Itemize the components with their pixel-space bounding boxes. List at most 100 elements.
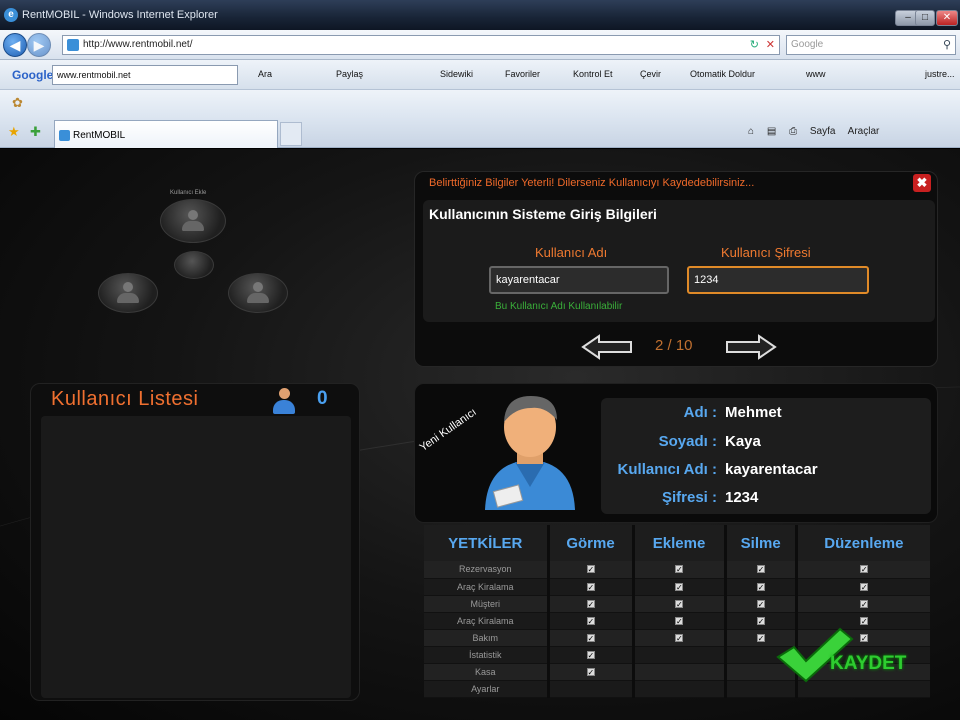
info-row-password: Şifresi : 1234 xyxy=(601,485,931,513)
user-circle-label: Kullanıcı Ekle xyxy=(170,190,207,196)
header-yetkiler: YETKİLER xyxy=(424,525,550,561)
permission-checkbox[interactable]: ✓ xyxy=(586,565,595,574)
back-button[interactable]: ◀ xyxy=(3,33,27,57)
prev-arrow-icon[interactable] xyxy=(581,334,633,360)
password-value: 1234 xyxy=(694,274,719,286)
refresh-icon[interactable]: ↻ xyxy=(750,38,759,51)
permission-row: Müşteri ✓ ✓ ✓ ✓ xyxy=(424,595,930,613)
permission-cell: ✓ xyxy=(548,561,635,579)
permission-checkbox[interactable]: ✓ xyxy=(586,599,595,608)
home-icon[interactable]: ⌂ xyxy=(748,126,754,137)
info-value: 1234 xyxy=(725,489,759,506)
google-search-input[interactable]: www.rentmobil.net xyxy=(52,65,238,85)
permission-checkbox[interactable]: ✓ xyxy=(586,582,595,591)
permission-checkbox[interactable]: ✓ xyxy=(859,582,868,591)
command-bar: ⌂ ▤ ⎙ Sayfa Araçlar xyxy=(748,126,889,137)
toolbar-otomatik-doldur[interactable]: Otomatik Doldur xyxy=(690,69,755,79)
info-value: kayarentacar xyxy=(725,461,818,478)
user-list-title: Kullanıcı Listesi xyxy=(51,388,199,410)
print-icon[interactable]: ⎙ xyxy=(789,126,797,137)
permission-checkbox[interactable]: ✓ xyxy=(586,616,595,625)
permission-name: Müşteri xyxy=(424,595,550,613)
next-arrow-icon[interactable] xyxy=(725,334,777,360)
permission-checkbox[interactable]: ✓ xyxy=(675,565,684,574)
new-tab-button[interactable] xyxy=(280,122,302,146)
add-favorite-icon[interactable]: ✚ xyxy=(30,124,41,140)
toolbar-cevir[interactable]: Çevir xyxy=(640,69,661,79)
permission-checkbox[interactable]: ✓ xyxy=(675,633,684,642)
permission-cell: ✓ xyxy=(633,578,727,596)
permission-cell xyxy=(633,646,727,664)
close-icon[interactable]: ✖ xyxy=(913,174,931,192)
permission-checkbox[interactable]: ✓ xyxy=(756,616,765,625)
toolbar-www[interactable]: www xyxy=(806,69,826,79)
info-label: Şifresi : xyxy=(661,489,717,506)
permission-cell: ✓ xyxy=(548,612,635,630)
search-icon[interactable]: ⚲ xyxy=(943,38,951,51)
permission-cell xyxy=(633,663,727,681)
delete-user-circle[interactable] xyxy=(228,273,288,313)
permission-checkbox[interactable]: ✓ xyxy=(756,565,765,574)
address-bar[interactable]: http://www.rentmobil.net/ ✕ ↻ xyxy=(62,35,780,55)
user-list[interactable] xyxy=(41,416,351,698)
save-label: KAYDET xyxy=(830,653,907,674)
permission-checkbox[interactable]: ✓ xyxy=(859,599,868,608)
search-box[interactable]: Google ⚲ xyxy=(786,35,956,55)
stop-icon[interactable]: ✕ xyxy=(766,38,775,51)
google-logo: Google xyxy=(12,68,54,82)
tab-rentmobil[interactable]: RentMOBIL xyxy=(54,120,278,148)
permission-name: Rezervasyon xyxy=(424,561,550,579)
header-duzenleme: Düzenleme xyxy=(796,525,930,561)
tools-menu[interactable]: Araçlar xyxy=(848,126,880,137)
toolbar-kontrol-et[interactable]: Kontrol Et xyxy=(573,69,613,79)
username-field[interactable]: kayarentacar xyxy=(489,266,669,294)
delete-user-icon xyxy=(245,282,271,304)
maximize-button[interactable]: □ xyxy=(915,10,935,26)
permission-checkbox[interactable]: ✓ xyxy=(675,599,684,608)
permission-checkbox[interactable]: ✓ xyxy=(859,616,868,625)
permission-checkbox[interactable]: ✓ xyxy=(675,616,684,625)
app-canvas: Kullanıcı Ekle Kullanıcı Listesi 0 Belir… xyxy=(0,149,960,720)
header-gorme: Görme xyxy=(548,525,635,561)
permission-checkbox[interactable]: ✓ xyxy=(756,633,765,642)
permission-checkbox[interactable]: ✓ xyxy=(586,633,595,642)
favorites-star-icon[interactable]: ★ xyxy=(8,124,20,140)
user-info-box: Adı : Mehmet Soyadı : Kaya Kullanıcı Adı :… xyxy=(601,398,931,514)
address-row: ◀ ▶ http://www.rentmobil.net/ ✕ ↻ Google… xyxy=(0,30,960,60)
page-menu[interactable]: Sayfa xyxy=(810,126,836,137)
center-user-circle[interactable] xyxy=(174,251,214,279)
toolbar-paylas[interactable]: Paylaş xyxy=(336,69,363,79)
permission-checkbox[interactable]: ✓ xyxy=(756,599,765,608)
save-button[interactable]: KAYDET xyxy=(774,625,924,689)
toolbar-sidewiki[interactable]: Sidewiki xyxy=(440,69,473,79)
toolbar-user[interactable]: justre... xyxy=(925,69,955,79)
password-field[interactable]: 1234 xyxy=(687,266,869,294)
toolbar-ara[interactable]: Ara xyxy=(258,69,272,79)
permission-checkbox[interactable]: ✓ xyxy=(859,565,868,574)
header-ekleme: Ekleme xyxy=(633,525,727,561)
feeds-icon[interactable]: ▤ xyxy=(767,126,776,137)
search-placeholder: Google xyxy=(791,39,824,50)
address-url: http://www.rentmobil.net/ xyxy=(83,39,193,50)
permission-checkbox[interactable]: ✓ xyxy=(586,667,595,676)
add-user-circle[interactable] xyxy=(160,199,226,243)
edit-user-circle[interactable] xyxy=(98,273,158,313)
close-window-button[interactable]: ✕ xyxy=(936,10,958,26)
permission-cell: ✓ xyxy=(548,629,635,647)
addon-icon[interactable]: ✿ xyxy=(12,95,23,111)
info-value: Kaya xyxy=(725,433,761,450)
browser-window: e RentMOBIL - Windows Internet Explorer … xyxy=(0,0,960,720)
permission-checkbox[interactable]: ✓ xyxy=(586,650,595,659)
permission-name: Kasa xyxy=(424,663,550,681)
permission-checkbox[interactable]: ✓ xyxy=(756,582,765,591)
info-value: Mehmet xyxy=(725,404,782,421)
forward-button[interactable]: ▶ xyxy=(27,33,51,57)
permission-cell: ✓ xyxy=(548,663,635,681)
tab-row: ★ ✚ RentMOBIL ⌂ ▤ ⎙ Sayfa Araçlar xyxy=(0,116,960,148)
permission-checkbox[interactable]: ✓ xyxy=(675,582,684,591)
info-label: Adı : xyxy=(683,404,717,421)
permission-name: Bakım xyxy=(424,629,550,647)
toolbar-favoriler[interactable]: Favoriler xyxy=(505,69,540,79)
username-available-message: Bu Kullanıcı Adı Kullanılabilir xyxy=(495,301,623,312)
permission-cell: ✓ xyxy=(633,595,727,613)
